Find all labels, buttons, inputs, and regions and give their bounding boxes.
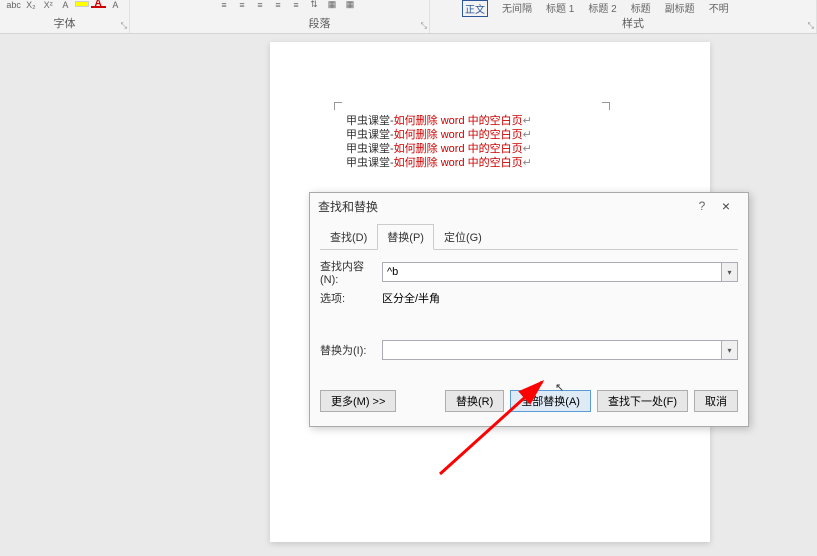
ribbon-group-font: abc X₂ X² A A A 字体 ⤡: [0, 0, 130, 33]
style-nospacing[interactable]: 无间隔: [502, 0, 532, 15]
font-color-icon[interactable]: A: [91, 1, 106, 8]
dialog-launcher-icon[interactable]: ⤡: [121, 21, 127, 31]
borders-icon[interactable]: ▦: [342, 1, 358, 8]
help-button[interactable]: ?: [692, 199, 712, 213]
shading-icon[interactable]: ▦: [324, 1, 340, 8]
tab-goto[interactable]: 定位(G): [434, 224, 492, 250]
document-line: 甲虫课堂-如何删除 word 中的空白页↵: [346, 114, 532, 128]
cancel-button[interactable]: 取消: [694, 390, 738, 412]
align-right-icon[interactable]: ≡: [252, 1, 268, 8]
replace-button[interactable]: 替换(R): [445, 390, 504, 412]
align-justify-icon[interactable]: ≡: [270, 1, 286, 8]
ribbon: abc X₂ X² A A A 字体 ⤡ ≡ ≡ ≡ ≡ ≡ ⇅ ▦ ▦ 段落 …: [0, 0, 817, 34]
line-spacing-icon[interactable]: ⇅: [306, 1, 322, 8]
margin-corner-icon: [602, 102, 610, 110]
style-subtitle[interactable]: 副标题: [665, 0, 695, 15]
document-line: 甲虫课堂-如何删除 word 中的空白页↵: [346, 156, 532, 170]
style-title[interactable]: 标题: [631, 0, 651, 15]
options-value: 区分全/半角: [382, 290, 440, 306]
tab-find[interactable]: 查找(D): [320, 224, 377, 250]
text-effects-icon[interactable]: A: [58, 1, 73, 8]
align-distribute-icon[interactable]: ≡: [288, 1, 304, 8]
highlight-icon[interactable]: [75, 1, 88, 7]
tab-replace[interactable]: 替换(P): [377, 224, 434, 250]
char-shading-icon[interactable]: A: [108, 1, 123, 8]
style-heading2[interactable]: 标题 2: [588, 0, 616, 15]
ribbon-group-label: 样式: [450, 15, 816, 31]
document-line: 甲虫课堂-如何删除 word 中的空白页↵: [346, 128, 532, 142]
document-line: 甲虫课堂-如何删除 word 中的空白页↵: [346, 142, 532, 156]
dialog-tabs: 查找(D) 替换(P) 定位(G): [320, 223, 738, 250]
find-replace-dialog: 查找和替换 ? × 查找(D) 替换(P) 定位(G) 查找内容(N): ▾ 选…: [309, 192, 749, 427]
ribbon-group-paragraph: ≡ ≡ ≡ ≡ ≡ ⇅ ▦ ▦ 段落 ⤡: [210, 0, 430, 33]
find-history-dropdown[interactable]: ▾: [722, 262, 738, 282]
find-what-label: 查找内容(N):: [320, 258, 382, 286]
dialog-titlebar[interactable]: 查找和替换 ? ×: [310, 193, 748, 219]
subscript-icon[interactable]: X₂: [23, 1, 38, 8]
replace-all-button[interactable]: 全部替换(A): [510, 390, 591, 412]
document-workspace: 甲虫课堂-如何删除 word 中的空白页↵ 甲虫课堂-如何删除 word 中的空…: [0, 34, 817, 556]
dialog-title-text: 查找和替换: [318, 198, 692, 215]
dialog-launcher-icon[interactable]: ⤡: [808, 21, 814, 31]
replace-with-input[interactable]: [382, 340, 722, 360]
replace-with-label: 替换为(I):: [320, 342, 382, 358]
find-what-input[interactable]: [382, 262, 722, 282]
style-heading1[interactable]: 标题 1: [546, 0, 574, 15]
ribbon-group-styles: 正文 无间隔 标题 1 标题 2 标题 副标题 不明 样式 ⤡: [450, 0, 817, 33]
superscript-icon[interactable]: X²: [41, 1, 56, 8]
options-label: 选项:: [320, 290, 382, 306]
margin-corner-icon: [334, 102, 342, 110]
ribbon-group-label: 段落: [210, 15, 429, 31]
align-left-icon[interactable]: ≡: [216, 1, 232, 8]
style-other[interactable]: 不明: [709, 0, 729, 15]
dialog-launcher-icon[interactable]: ⤡: [421, 21, 427, 31]
ribbon-group-label: 字体: [0, 15, 129, 31]
strikethrough-icon[interactable]: abc: [6, 1, 21, 8]
find-next-button[interactable]: 查找下一处(F): [597, 390, 688, 412]
replace-history-dropdown[interactable]: ▾: [722, 340, 738, 360]
more-button[interactable]: 更多(M) >>: [320, 390, 396, 412]
align-center-icon[interactable]: ≡: [234, 1, 250, 8]
close-button[interactable]: ×: [712, 198, 740, 214]
